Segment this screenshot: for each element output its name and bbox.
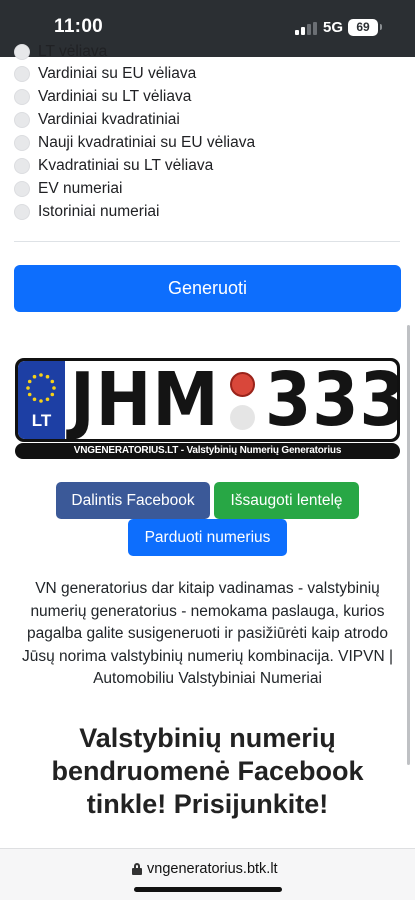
radio-button[interactable] bbox=[14, 44, 30, 60]
radio-button[interactable] bbox=[14, 181, 30, 198]
radio-button[interactable] bbox=[14, 157, 30, 174]
description-text: VN generatorius dar kitaip vadinamas - v… bbox=[21, 580, 394, 687]
network-type: 5G bbox=[323, 19, 344, 36]
radio-button[interactable] bbox=[14, 65, 30, 82]
plate-numbers: 333 bbox=[265, 361, 397, 439]
save-plate-button[interactable]: Išsaugoti lentelę bbox=[214, 482, 359, 519]
status-time: 11:00 bbox=[54, 16, 104, 37]
radio-option-ev[interactable]: EV numeriai bbox=[14, 177, 404, 200]
generate-button[interactable]: Generuoti bbox=[14, 265, 401, 312]
battery-icon: 69 bbox=[348, 19, 378, 36]
radio-button[interactable] bbox=[14, 111, 30, 128]
radio-option-named-square[interactable]: Vardiniai kvadratiniai bbox=[14, 108, 404, 131]
radio-label: Vardiniai su EU vėliava bbox=[38, 64, 197, 82]
community-heading: Valstybinių numerių bendruomenė Facebook… bbox=[51, 723, 364, 819]
radio-option-named-eu-flag[interactable]: Vardiniai su EU vėliava bbox=[14, 62, 404, 85]
eu-band: LT bbox=[18, 361, 65, 439]
battery-tip bbox=[380, 24, 382, 30]
inspection-sticker-icon bbox=[230, 372, 255, 397]
sell-numbers-button[interactable]: Parduoti numerius bbox=[128, 519, 287, 556]
share-facebook-button[interactable]: Dalintis Facebook bbox=[56, 482, 210, 519]
radio-option-new-square-eu-flag[interactable]: Nauji kvadratiniai su EU vėliava bbox=[14, 131, 404, 154]
plate-type-radio-list: LT vėliava Vardiniai su EU vėliava Vardi… bbox=[14, 42, 404, 224]
radio-option-square-lt-flag[interactable]: Kvadratiniai su LT vėliava bbox=[14, 154, 404, 177]
radio-option-historic[interactable]: Istoriniai numeriai bbox=[14, 201, 404, 224]
plate-letters: JHM bbox=[70, 361, 220, 439]
country-code: LT bbox=[31, 411, 52, 430]
radio-button[interactable] bbox=[14, 204, 30, 221]
radio-label: EV numeriai bbox=[38, 180, 123, 198]
browser-address-bar[interactable]: vngeneratorius.btk.lt bbox=[0, 848, 415, 900]
lock-icon bbox=[132, 863, 142, 875]
signal-icon bbox=[295, 22, 317, 35]
eu-stars-icon bbox=[26, 373, 56, 403]
radio-button[interactable] bbox=[14, 88, 30, 105]
radio-button[interactable] bbox=[14, 134, 30, 151]
radio-label: LT vėliava bbox=[38, 43, 108, 60]
radio-label: Nauji kvadratiniai su EU vėliava bbox=[38, 133, 256, 151]
scrollbar[interactable] bbox=[407, 325, 410, 765]
sticker-placeholder bbox=[230, 405, 255, 430]
radio-label: Vardiniai su LT vėliava bbox=[38, 87, 192, 105]
radio-option-named-lt-flag[interactable]: Vardiniai su LT vėliava bbox=[14, 85, 404, 108]
plate-caption: VNGENERATORIUS.LT - Valstybinių Numerių … bbox=[15, 443, 400, 459]
page: 11:00 5G 69 LT vėliava Vardiniai su EU v… bbox=[0, 0, 415, 900]
radio-label: Istoriniai numeriai bbox=[38, 203, 160, 221]
radio-label: Kvadratiniai su LT vėliava bbox=[38, 156, 214, 174]
divider bbox=[14, 241, 400, 242]
radio-option-lt-flag[interactable]: LT vėliava bbox=[14, 42, 404, 62]
radio-label: Vardiniai kvadratiniai bbox=[38, 110, 180, 128]
license-plate-preview: LT JHM 333 bbox=[15, 358, 400, 442]
url-text[interactable]: vngeneratorius.btk.lt bbox=[147, 861, 278, 877]
home-indicator[interactable] bbox=[134, 887, 282, 892]
plate-surface: LT JHM 333 bbox=[18, 361, 397, 439]
